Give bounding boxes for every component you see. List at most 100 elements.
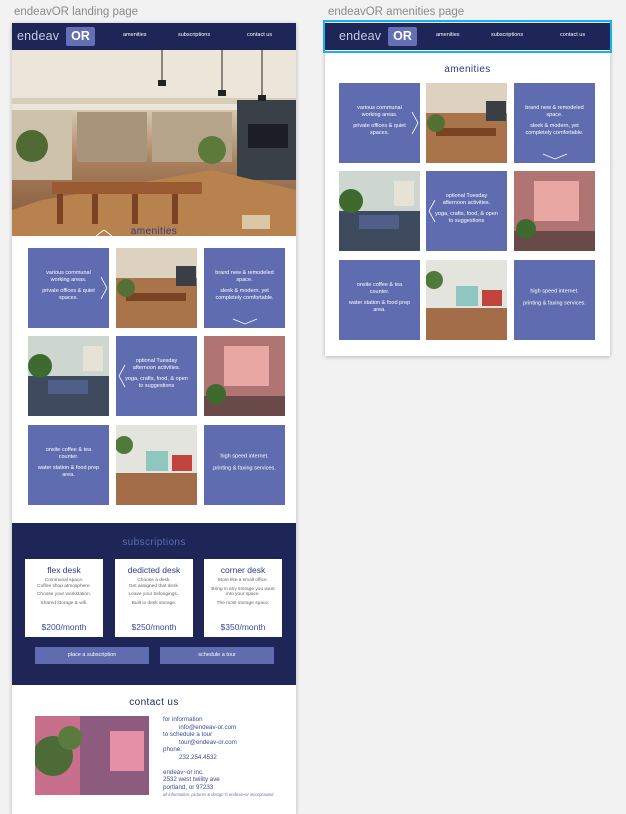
plan-price: $350/month xyxy=(220,622,266,632)
plan-feature: More like a small office. xyxy=(217,578,269,583)
contact-title: contact us xyxy=(129,697,179,708)
amenity-text: private offices & quiet spaces. xyxy=(42,288,95,301)
tour-email-link[interactable]: tour@endeav-or.com xyxy=(163,739,273,747)
amenities-title: amenities xyxy=(130,226,178,237)
plan-name: corner desk xyxy=(220,565,266,575)
info-label: for information xyxy=(163,716,203,723)
amenity-tile-communal[interactable]: various communal working areas. private o… xyxy=(339,83,420,163)
plan-feature: Leave your belongings.. xyxy=(128,592,180,597)
amenity-text: optional Tuesday afternoon activities. xyxy=(442,193,491,206)
logo[interactable]: endeav OR xyxy=(17,27,95,46)
amenity-tile-activities[interactable]: optional Tuesday afternoon activities. yo… xyxy=(116,336,197,416)
hero-image xyxy=(12,50,296,236)
nav-link-subscriptions[interactable]: subscriptions xyxy=(178,32,210,38)
street-address: 2532 west twility ave xyxy=(163,776,220,784)
plan-feature: Bring in any storage you want into your … xyxy=(211,586,275,598)
copyright-text: all information, pictures & design © end… xyxy=(163,792,274,798)
amenity-tile-coffee[interactable]: onsite coffee & tea counter. water statio… xyxy=(339,260,420,340)
schedule-tour-button[interactable]: schedule a tour xyxy=(160,647,274,664)
photo-kitchen xyxy=(116,425,197,505)
amenity-text: optional Tuesday afternoon activities. xyxy=(132,358,181,371)
amenity-text: onsite coffee & tea counter. xyxy=(45,447,92,460)
amenity-text: sleek & modern, yet completely comfortab… xyxy=(215,288,274,301)
plan-feature: The most storage space. xyxy=(216,600,270,606)
plan-name: dedicted desk xyxy=(127,565,181,575)
amenity-photo-pink-room xyxy=(204,336,285,416)
plan-features: Communal space. Coffee shop atmosphere. … xyxy=(25,578,103,606)
amenity-photo-dining xyxy=(116,248,197,328)
plan-feature: Coffee shop atmosphere. xyxy=(37,583,91,589)
photo-pink-room xyxy=(514,171,595,251)
plan-card-dedicated[interactable]: dedicted desk Choose a desk. Get assigne… xyxy=(115,559,193,637)
logo-text: endeav xyxy=(17,29,60,43)
chevron-right-icon[interactable] xyxy=(411,111,419,135)
place-subscription-button[interactable]: place a subscription xyxy=(35,647,149,664)
amenity-tile-communal[interactable]: various communal working areas. private o… xyxy=(28,248,109,328)
artboard-label-amenities[interactable]: endeavOR amenities page xyxy=(328,6,464,18)
amenity-tile-activities[interactable]: optional Tuesday afternoon activities. yo… xyxy=(426,171,507,251)
hero-illustration xyxy=(12,50,296,236)
subscriptions-section: subscriptions flex desk Communal space. … xyxy=(12,523,296,685)
chevron-right-icon[interactable] xyxy=(100,276,108,300)
photo-pink-room xyxy=(204,336,285,416)
amenity-text: brand new & remodeled space. xyxy=(525,105,584,118)
amenity-text: printing & faxing services. xyxy=(523,300,586,306)
amenity-text: water station & food prep area. xyxy=(37,465,100,478)
nav-bar: endeav OR amenities subscriptions contac… xyxy=(12,23,296,50)
amenity-tile-coffee[interactable]: onsite coffee & tea counter. water statio… xyxy=(28,425,109,505)
chevron-down-icon[interactable] xyxy=(542,153,568,160)
amenity-text: high speed internet. xyxy=(220,453,269,460)
amenity-tile-internet[interactable]: high speed internet. printing & faxing se… xyxy=(514,260,595,340)
plan-name: flex desk xyxy=(47,565,81,575)
amenity-photo-dining xyxy=(426,83,507,163)
photo-lounge xyxy=(339,171,420,251)
photo-dining xyxy=(116,248,197,328)
phone-label: phone: xyxy=(163,746,182,754)
plan-feature: Get assigned that desk. xyxy=(128,583,180,589)
plan-card-corner[interactable]: corner desk More like a small office. Br… xyxy=(204,559,282,637)
amenity-text: various communal working areas. xyxy=(357,105,402,118)
amenity-photo-kitchen xyxy=(426,260,507,340)
photo-kitchen xyxy=(426,260,507,340)
city-address: portland, or 97233 xyxy=(163,783,214,791)
amenity-text: sleek & modern, yet completely comfortab… xyxy=(525,123,584,136)
plan-feature: Shared storage & wifi. xyxy=(40,600,88,606)
contact-photo xyxy=(35,716,149,795)
amenity-text: various communal working areas. xyxy=(46,270,91,283)
amenity-text: water station & food prep area. xyxy=(348,300,411,313)
company-name: endeav~or inc. xyxy=(163,768,204,776)
selection-outline[interactable] xyxy=(323,20,612,53)
amenity-text: high speed internet. xyxy=(530,288,579,295)
landing-page-artboard[interactable]: endeav OR amenities subscriptions contac… xyxy=(12,23,296,814)
amenity-text: onsite coffee & tea counter. xyxy=(356,282,403,295)
photo-lounge xyxy=(28,336,109,416)
amenity-text: printing & faxing services. xyxy=(213,465,276,471)
amenity-photo-lounge xyxy=(28,336,109,416)
plan-features: Choose a desk. Get assigned that desk. L… xyxy=(115,578,193,606)
amenity-tile-remodeled[interactable]: brand new & remodeled space. sleek & mode… xyxy=(204,248,285,328)
artboard-label-landing[interactable]: endeavOR landing page xyxy=(14,6,138,18)
info-email-link[interactable]: info@endeav-or.com xyxy=(163,724,273,732)
amenity-text: yoga, crafts, food, & open to suggestion… xyxy=(435,211,498,224)
amenity-photo-pink-room xyxy=(514,171,595,251)
amenity-tile-internet[interactable]: high speed internet. printing & faxing se… xyxy=(204,425,285,505)
phone-number[interactable]: 232.254.4532 xyxy=(163,754,273,762)
tour-label: to schedule a tour xyxy=(163,731,213,739)
plan-features: More like a small office. Bring in any s… xyxy=(204,578,282,606)
amenities-page-artboard[interactable]: endeav OR amenities subscriptions contac… xyxy=(325,23,610,356)
chevron-left-icon[interactable] xyxy=(118,364,126,388)
photo-dining xyxy=(426,83,507,163)
logo-badge: OR xyxy=(66,27,95,46)
amenity-text: private offices & quiet spaces. xyxy=(353,123,406,136)
amenity-text: yoga, crafts, food, & open to suggestion… xyxy=(125,376,188,389)
chevron-down-icon[interactable] xyxy=(232,318,258,325)
amenity-text: brand new & remodeled space. xyxy=(215,270,274,283)
plan-price: $250/month xyxy=(131,622,177,632)
plan-card-flex[interactable]: flex desk Communal space. Coffee shop at… xyxy=(25,559,103,637)
contact-info: for information info@endeav-or.com to sc… xyxy=(163,716,273,799)
plan-feature: Choose your workstation. xyxy=(36,592,92,597)
chevron-left-icon[interactable] xyxy=(428,199,436,223)
nav-link-amenities[interactable]: amenities xyxy=(123,32,147,38)
amenity-tile-remodeled[interactable]: brand new & remodeled space. sleek & mode… xyxy=(514,83,595,163)
nav-link-contact[interactable]: contact us xyxy=(247,32,272,38)
